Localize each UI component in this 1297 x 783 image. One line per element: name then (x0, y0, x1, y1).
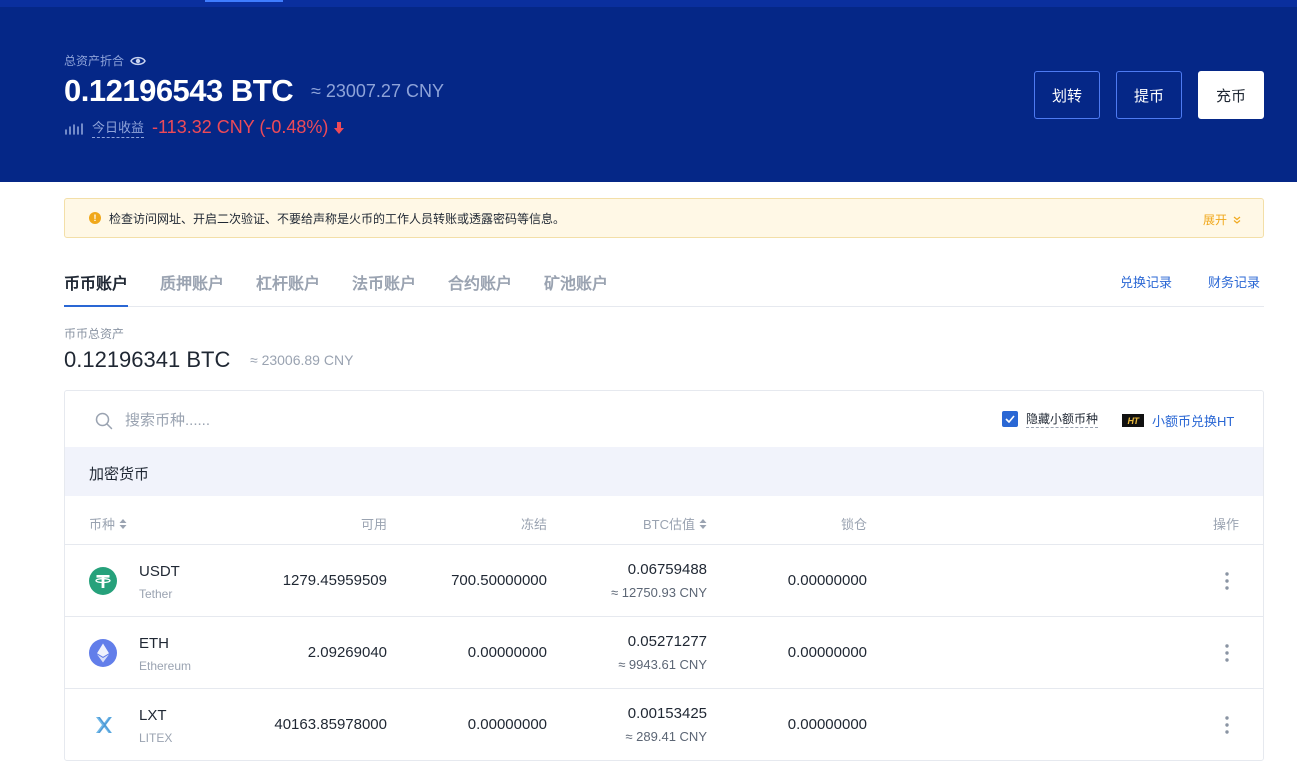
withdraw-button[interactable]: 提币 (1116, 71, 1182, 119)
hide-small-balances-toggle[interactable]: 隐藏小额币种 (1002, 410, 1099, 428)
notice-expand-label: 展开 (1202, 213, 1227, 227)
locked-amount: 0.00000000 (787, 716, 867, 733)
coin-name: Tether (139, 587, 173, 601)
asset-header: 总资产折合 0.12196543 BTC ≈ 23007.27 CNY 今日收益… (0, 7, 1297, 182)
active-tab-underline (64, 305, 128, 307)
column-header-available: 可用 (360, 517, 387, 532)
locked-amount: 0.00000000 (787, 572, 867, 589)
btc-value: 0.05271277 (627, 633, 707, 650)
available-amount: 1279.45959509 (282, 572, 387, 589)
spot-total-cny: ≈ 23006.89 CNY (250, 352, 354, 368)
column-header-actions: 操作 (1212, 517, 1239, 532)
coin-symbol: USDT (139, 563, 180, 580)
hide-small-label: 隐藏小额币种 (1026, 412, 1099, 428)
spot-total-label: 币币总资产 (64, 327, 125, 341)
top-nav-active-indicator (205, 0, 283, 2)
column-header-locked: 锁仓 (840, 517, 867, 532)
finance-records-link[interactable]: 财务记录 (1208, 272, 1260, 291)
cny-value: ≈ 9943.61 CNY (618, 657, 707, 672)
exchange-records-link[interactable]: 兑换记录 (1120, 272, 1172, 291)
sort-icon (119, 518, 127, 529)
tab-contract-account[interactable]: 合约账户 (448, 270, 512, 294)
column-header-coin[interactable]: 币种 (89, 514, 127, 533)
more-vertical-icon[interactable] (1223, 643, 1231, 663)
btc-value: 0.06759488 (627, 561, 707, 578)
frozen-amount: 700.50000000 (451, 572, 547, 589)
ht-logo-icon: HT (1122, 414, 1144, 427)
column-header-btc-value[interactable]: BTC估值 (587, 514, 707, 533)
checkmark-icon (1005, 415, 1015, 423)
convert-to-ht-link[interactable]: HT 小额币兑换HT (1122, 411, 1234, 430)
coin-symbol: ETH (139, 635, 169, 652)
coin-name: Ethereum (139, 659, 192, 673)
more-vertical-icon[interactable] (1223, 715, 1231, 735)
table-row: LXT LITEX 40163.85978000 0.00000000 0.00… (65, 689, 1263, 761)
crypto-section-title: 加密货币 (89, 466, 150, 483)
table-header: 币种 可用 冻结 BTC估值 锁仓 操作 (65, 496, 1263, 545)
frozen-amount: 0.00000000 (467, 716, 547, 733)
total-assets-label-row: 总资产折合 (64, 52, 146, 69)
tab-staking-account[interactable]: 质押账户 (160, 270, 224, 294)
spot-total-btc: 0.12196341 BTC (64, 347, 231, 372)
ethereum-icon (89, 639, 117, 667)
hide-small-checkbox[interactable] (1002, 411, 1018, 427)
sort-icon (699, 518, 707, 529)
locked-amount: 0.00000000 (787, 644, 867, 661)
total-cny-value: ≈ 23007.27 CNY (311, 81, 444, 101)
frozen-amount: 0.00000000 (467, 644, 547, 661)
cny-value: ≈ 289.41 CNY (625, 729, 707, 744)
available-amount: 40163.85978000 (274, 716, 387, 733)
cny-value: ≈ 12750.93 CNY (610, 585, 707, 600)
notice-text: 检查访问网址、开启二次验证、不要给声称是火币的工作人员转账或透露密码等信息。 (109, 211, 566, 226)
eye-icon[interactable] (130, 55, 146, 67)
litex-icon (96, 717, 112, 733)
top-nav-strip (0, 0, 1297, 7)
table-row: USDT Tether 1279.45959509 700.50000000 0… (65, 545, 1263, 617)
coin-search-input[interactable] (125, 407, 525, 433)
column-coin-label: 币种 (89, 517, 116, 532)
today-income-value: -113.32 CNY (-0.48%) (152, 117, 329, 137)
transfer-button[interactable]: 划转 (1034, 71, 1100, 119)
convert-to-ht-label: 小额币兑换HT (1152, 414, 1235, 429)
security-notice: ! 检查访问网址、开启二次验证、不要给声称是火币的工作人员转账或透露密码等信息。… (64, 198, 1264, 238)
today-income-label[interactable]: 今日收益 (92, 117, 145, 138)
signal-chart-icon (65, 122, 83, 135)
more-vertical-icon[interactable] (1223, 571, 1231, 591)
search-icon (95, 412, 113, 430)
warning-icon: ! (89, 212, 101, 224)
btc-value: 0.00153425 (627, 705, 707, 722)
chevron-double-down-icon (1233, 216, 1241, 224)
search-row: 隐藏小额币种 HT 小额币兑换HT (65, 391, 1263, 447)
tab-spot-account[interactable]: 币币账户 (64, 270, 128, 294)
available-amount: 2.09269040 (307, 644, 387, 661)
coin-symbol: LXT (139, 707, 167, 724)
column-header-frozen: 冻结 (520, 517, 547, 532)
total-btc-value: 0.12196543 BTC (64, 73, 294, 108)
column-btc-value-label: BTC估值 (642, 517, 695, 532)
table-row: ETH Ethereum 2.09269040 0.00000000 0.052… (65, 617, 1263, 689)
tether-icon (89, 567, 117, 595)
deposit-button[interactable]: 充币 (1198, 71, 1264, 119)
tab-pool-account[interactable]: 矿池账户 (544, 270, 608, 294)
tab-margin-account[interactable]: 杠杆账户 (256, 270, 320, 294)
notice-expand-button[interactable]: 展开 (1203, 211, 1241, 228)
coin-name: LITEX (139, 731, 173, 745)
account-tabs: 币币账户 质押账户 杠杆账户 法币账户 合约账户 矿池账户 兑换记录 财务记录 (64, 254, 1264, 307)
total-assets-label: 总资产折合 (64, 54, 125, 68)
today-income-row: 今日收益 -113.32 CNY (-0.48%) (64, 117, 345, 138)
down-arrow-icon (334, 121, 345, 134)
asset-table-card: 隐藏小额币种 HT 小额币兑换HT 加密货币 币种 可用 冻结 BTC估值 锁仓… (64, 390, 1264, 761)
tab-otc-account[interactable]: 法币账户 (352, 270, 416, 294)
crypto-section-header: 加密货币 (65, 447, 1263, 496)
